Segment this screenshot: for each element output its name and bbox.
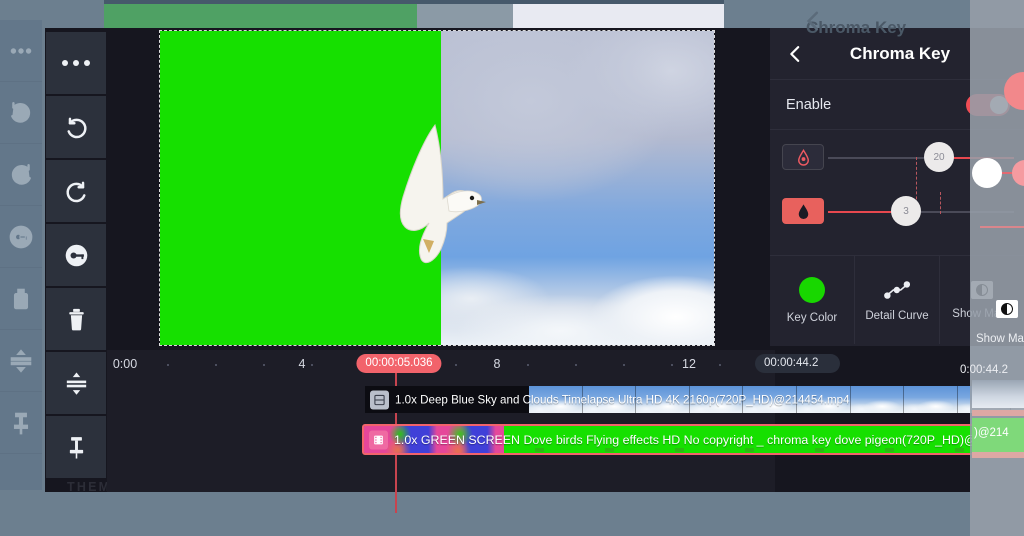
ghost-clip-label: )@214	[974, 427, 1009, 439]
ghost-key-icon	[0, 206, 42, 268]
chroma-filled-icon[interactable]	[782, 198, 824, 224]
ghost-clip-border	[972, 452, 1024, 458]
screen: THEMODSWORLD.COM	[0, 0, 1024, 536]
slider-guide	[940, 192, 941, 214]
tab-label: Detail Curve	[865, 309, 929, 322]
clip-title: 1.0x GREEN SCREEN Dove birds Flying effe…	[394, 432, 998, 447]
ghost-slider-knob	[972, 158, 1002, 188]
ghost-back-icon	[800, 8, 826, 34]
ghost-expand-icon	[0, 330, 42, 392]
playhead-timecode[interactable]: 00:00:05.036	[356, 354, 442, 373]
ghost-clip-border	[972, 410, 1024, 416]
preview-area	[107, 28, 775, 350]
back-button[interactable]	[780, 39, 810, 69]
table-row[interactable]: 1.0x GREEN SCREEN Dove birds Flying effe…	[362, 424, 1024, 455]
video-layer-icon	[370, 390, 389, 409]
ghost-total-duration: 0:00:44.2	[960, 364, 1008, 376]
fit-to-screen-button[interactable]	[46, 352, 106, 414]
curve-icon	[884, 280, 910, 299]
ruler-label-8: 8	[493, 357, 501, 371]
left-toolbar	[45, 28, 107, 492]
expand-vertical-icon	[66, 371, 86, 395]
dove-graphic	[399, 123, 486, 264]
ghost-clip: )@214	[972, 418, 1024, 454]
green-swatch-icon	[799, 276, 825, 303]
ghost-contrast-icon	[996, 300, 1018, 318]
cut-off-knob[interactable]: 3	[891, 196, 921, 226]
ruler-label-4: 4	[298, 357, 306, 371]
tab-label: Key Color	[786, 311, 838, 324]
chroma-outline-icon[interactable]	[782, 144, 824, 170]
chevron-left-icon	[790, 45, 800, 62]
ghost-tab-label: Show Mask	[976, 333, 1024, 345]
tab-detail-curve[interactable]: Detail Curve	[855, 256, 940, 344]
ghost-slider-track	[980, 226, 1024, 228]
ruler-label-12: 12	[682, 357, 696, 371]
ellipsis-icon	[62, 60, 90, 66]
pin-button[interactable]	[46, 416, 106, 478]
ghost-undo-icon	[0, 82, 42, 144]
ghost-pin-icon	[0, 392, 42, 454]
enable-label: Enable	[786, 96, 832, 113]
ghost-redo-icon	[0, 144, 42, 206]
total-duration: 00:00:44.2	[755, 354, 840, 373]
more-options-button[interactable]	[46, 32, 106, 94]
video-preview[interactable]	[159, 30, 715, 346]
film-icon	[369, 430, 388, 449]
timeline-ruler[interactable]: 0:00 4 8 12 00:00:05.036 00:00:44.2	[107, 350, 840, 378]
ruler-label-0: 0:00	[112, 357, 138, 371]
timeline[interactable]: 0:00 4 8 12 00:00:05.036 00:00:44.2 1.0x	[107, 350, 1024, 513]
undo-button[interactable]	[46, 96, 106, 158]
pin-icon	[69, 436, 83, 459]
tab-key-color[interactable]: Key Color	[770, 256, 855, 344]
redo-button[interactable]	[46, 160, 106, 222]
delete-button[interactable]	[46, 288, 106, 350]
trash-icon	[68, 308, 84, 330]
ghost-clip-thumb	[972, 380, 1024, 408]
keyframe-button[interactable]	[46, 224, 106, 286]
ghost-more-options-icon	[0, 20, 42, 82]
redo-icon	[65, 181, 85, 202]
ghost-trash-icon	[0, 268, 42, 330]
table-row[interactable]: 1.0x Deep Blue Sky and Clouds Timelapse …	[365, 386, 1024, 413]
key-strength-knob[interactable]: 20	[924, 142, 954, 172]
key-icon	[65, 244, 87, 266]
clip-title: 1.0x Deep Blue Sky and Clouds Timelapse …	[395, 393, 850, 406]
undo-icon	[67, 117, 87, 138]
